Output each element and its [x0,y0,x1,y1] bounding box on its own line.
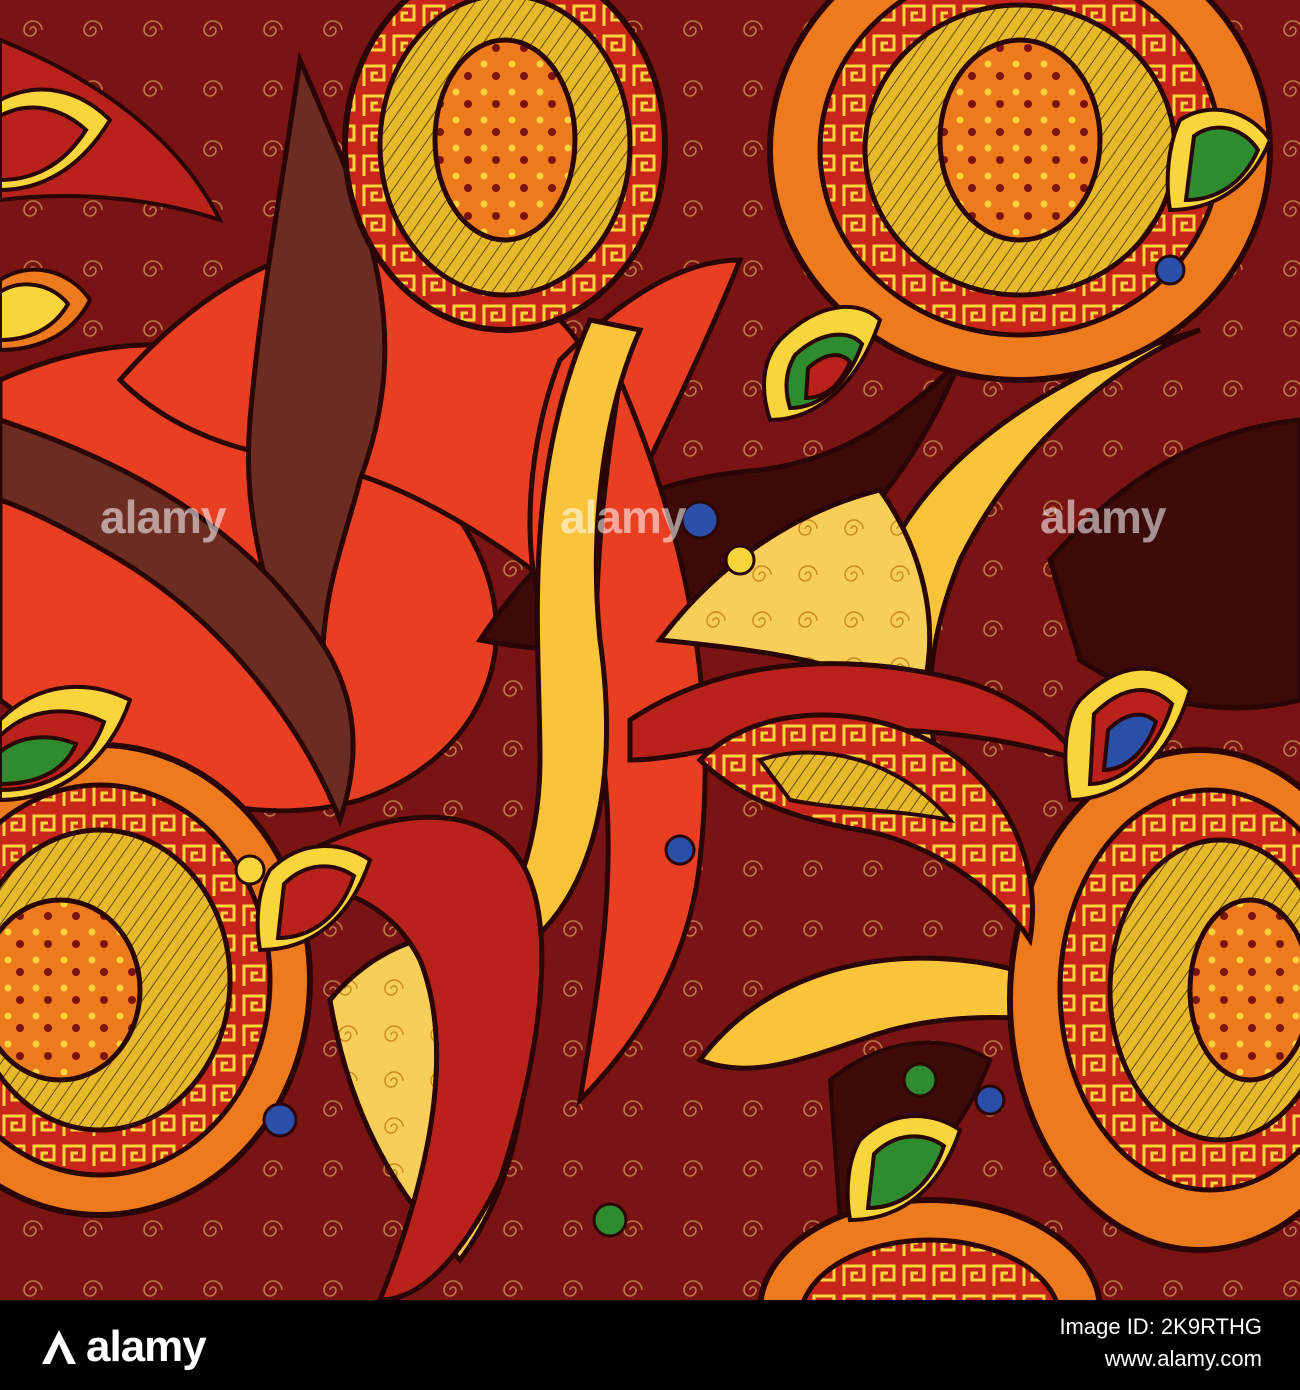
footer-logo[interactable]: alamy [38,1322,207,1372]
stock-footer-bar: alamy Image ID: 2K9RTHG www.alamy.com [0,1300,1300,1390]
image-id-line: Image ID: 2K9RTHG [1059,1314,1262,1340]
footer-info: Image ID: 2K9RTHG www.alamy.com [1059,1314,1262,1372]
site-url[interactable]: www.alamy.com [1059,1346,1262,1372]
tribal-pattern-illustration [0,0,1300,1300]
alamy-logo-mark-icon [42,1330,76,1364]
image-id-label: Image ID: [1059,1314,1161,1339]
footer-logo-text: alamy [86,1322,207,1371]
medallion-top-center [342,0,668,333]
pattern-artwork: alamy alamy alamy [0,0,1300,1300]
image-id-value: 2K9RTHG [1160,1314,1262,1339]
